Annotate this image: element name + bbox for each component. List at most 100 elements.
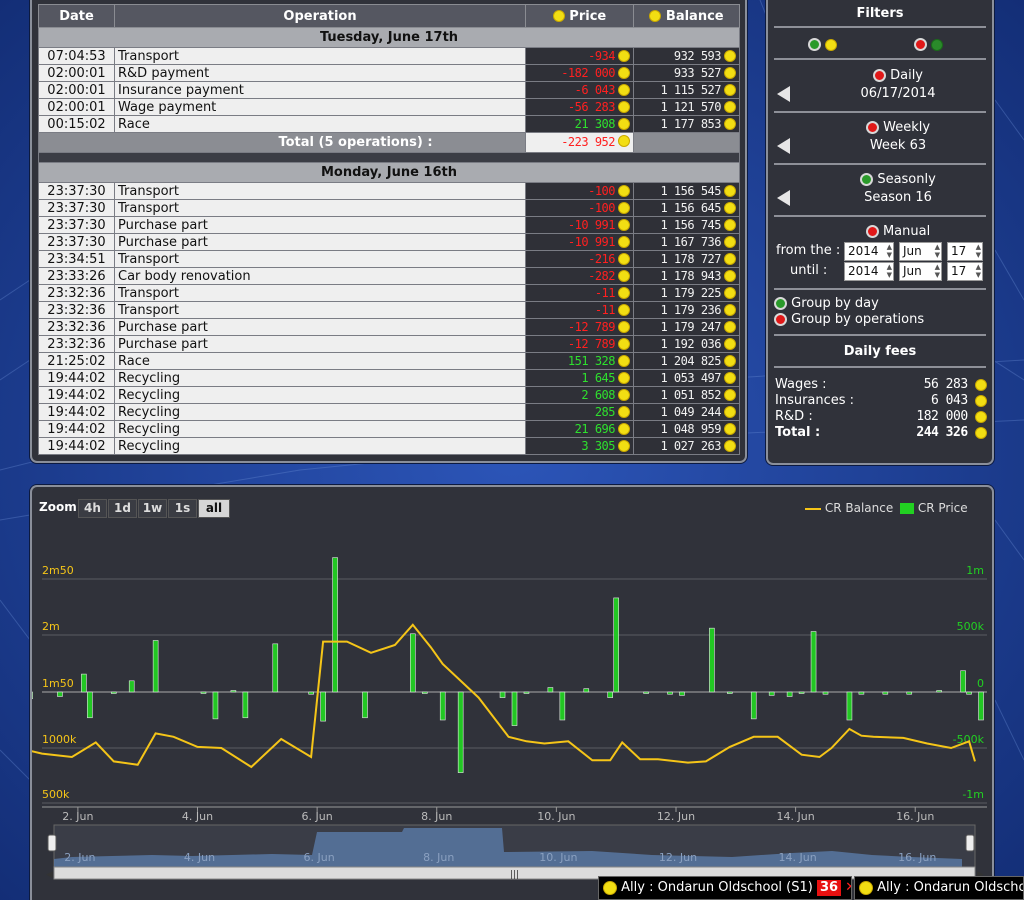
table-row[interactable]: 23:37:30 Transport -100 1 156 645 <box>38 199 740 217</box>
from-month-spinner[interactable]: Jun ▲ ▼ <box>899 242 942 261</box>
manual-label: Manual <box>882 224 931 239</box>
table-row[interactable]: 19:44:02 Recycling 285 1 049 244 <box>38 403 740 421</box>
row-time: 19:44:02 <box>38 386 115 404</box>
group-by-day-option[interactable]: Group by day <box>774 296 879 311</box>
until-day-spinner[interactable]: 17 ▲ ▼ <box>947 262 983 281</box>
row-balance: 1 167 736 <box>633 233 740 251</box>
day-header-row: Tuesday, June 17th <box>38 27 740 48</box>
until-year-spinner[interactable]: 2014 ▲ ▼ <box>844 262 894 281</box>
chat-tab-ondarun[interactable]: Ally : Ondarun Oldschool (S1) 36 ✕ <box>598 876 852 900</box>
manual-option[interactable]: Manual <box>808 224 988 239</box>
scrollbar-grip-icon: ||| <box>510 870 519 880</box>
coin-icon <box>618 423 630 435</box>
table-row[interactable]: 07:04:53 Transport -934 932 593 <box>38 47 740 65</box>
weekly-option[interactable]: Weekly <box>808 120 988 135</box>
price-bar <box>786 691 793 697</box>
daily-value: 06/17/2014 <box>860 86 936 101</box>
table-row[interactable]: 23:33:26 Car body renovation -282 1 178 943 <box>38 267 740 285</box>
filters-title: Filters <box>856 6 904 21</box>
total-price: -223 952 <box>525 132 634 153</box>
table-row[interactable]: 02:00:01 R&D payment -182 000 933 527 <box>38 64 740 82</box>
table-row[interactable]: 23:34:51 Transport -216 1 178 727 <box>38 250 740 268</box>
seasonly-prev-arrow-icon[interactable] <box>777 190 790 206</box>
filter-expense-toggle[interactable] <box>914 37 944 52</box>
group-by-operations-option[interactable]: Group by operations <box>774 312 924 327</box>
fee-label: Total : <box>775 425 821 440</box>
table-row[interactable]: 00:15:02 Race 21 308 1 177 853 <box>38 115 740 133</box>
seasonly-option[interactable]: Seasonly <box>808 172 988 187</box>
navigator-tick-label: 6. Jun <box>304 851 335 864</box>
balance-header-label: Balance <box>665 8 724 24</box>
coin-icon <box>825 38 838 51</box>
table-row[interactable]: 23:32:36 Transport -11 1 179 236 <box>38 301 740 319</box>
table-row[interactable]: 02:00:01 Wage payment -56 283 1 121 570 <box>38 98 740 116</box>
operation-column-header[interactable]: Operation <box>114 4 526 28</box>
operations-panel: Date Operation Price Balance Tuesday, Ju… <box>30 0 747 463</box>
until-day-value: 17 <box>951 264 967 278</box>
table-row[interactable]: 23:37:30 Transport -100 1 156 545 <box>38 182 740 200</box>
price-bar <box>272 643 279 693</box>
coin-icon <box>724 389 736 401</box>
table-row[interactable]: 19:44:02 Recycling 1 645 1 053 497 <box>38 369 740 387</box>
chat-tab-label: Ally : Ondarun Oldschool <box>877 880 1024 895</box>
table-row[interactable]: 21:25:02 Race 151 328 1 204 825 <box>38 352 740 370</box>
daily-option[interactable]: Daily <box>808 68 988 83</box>
price-bar <box>439 691 446 721</box>
row-balance-value: 1 167 736 <box>660 234 721 249</box>
table-row[interactable]: 19:44:02 Recycling 2 608 1 051 852 <box>38 386 740 404</box>
coin-icon <box>724 355 736 367</box>
x-tick-label: 2. Jun <box>62 810 93 823</box>
chat-bubble-icon <box>603 880 617 895</box>
from-year-spinner[interactable]: 2014 ▲ ▼ <box>844 242 894 261</box>
until-month-spinner[interactable]: Jun ▲ ▼ <box>899 262 942 281</box>
chat-tab-ondarun-2[interactable]: Ally : Ondarun Oldschool <box>854 876 1024 900</box>
filter-income-toggle[interactable] <box>808 37 838 52</box>
row-price: -934 <box>525 47 634 65</box>
row-balance: 1 115 527 <box>633 81 740 99</box>
price-bar <box>308 691 314 695</box>
row-price: -100 <box>525 182 634 200</box>
navigator-tick-label: 12. Jun <box>659 851 697 864</box>
table-row[interactable]: 23:32:36 Transport -11 1 179 225 <box>38 284 740 302</box>
price-bar <box>410 633 416 693</box>
table-row[interactable]: 19:44:02 Recycling 3 305 1 027 263 <box>38 437 740 455</box>
fee-value: 182 000 <box>916 409 987 424</box>
table-row[interactable]: 23:32:36 Purchase part -12 789 1 192 036 <box>38 335 740 353</box>
row-operation: Transport <box>114 199 526 217</box>
table-row[interactable]: 23:32:36 Purchase part -12 789 1 179 247 <box>38 318 740 336</box>
coin-icon <box>618 202 630 214</box>
price-bar <box>332 557 338 693</box>
row-operation: Transport <box>114 284 526 302</box>
until-month-value: Jun <box>903 264 922 278</box>
row-price: 1 645 <box>525 369 634 387</box>
row-balance: 1 027 263 <box>633 437 740 455</box>
row-price-value: -216 <box>588 251 615 266</box>
table-row[interactable]: 19:44:02 Recycling 21 696 1 048 959 <box>38 420 740 438</box>
scroll-left-icon: ◀ <box>46 870 53 880</box>
table-row[interactable]: 23:37:30 Purchase part -10 991 1 156 745 <box>38 216 740 234</box>
coin-icon <box>618 338 630 350</box>
row-balance-value: 933 527 <box>673 65 722 80</box>
weekly-prev-arrow-icon[interactable] <box>777 138 790 154</box>
from-day-spinner[interactable]: 17 ▲ ▼ <box>947 242 983 261</box>
table-row[interactable]: 02:00:01 Insurance payment -6 043 1 115 527 <box>38 81 740 99</box>
date-column-header[interactable]: Date <box>38 4 115 28</box>
coin-icon <box>975 410 987 423</box>
price-bar <box>499 691 506 698</box>
row-balance: 1 204 825 <box>633 352 740 370</box>
spinner-arrows-icon: ▲ ▼ <box>975 243 981 259</box>
spacer-row <box>38 152 740 163</box>
price-bar <box>523 691 530 694</box>
daily-prev-arrow-icon[interactable] <box>777 86 790 102</box>
close-icon[interactable]: ✕ <box>845 880 851 895</box>
row-time: 02:00:01 <box>38 64 115 82</box>
coin-icon <box>618 253 630 265</box>
row-balance: 1 156 545 <box>633 182 740 200</box>
price-column-header[interactable]: Price <box>525 4 634 28</box>
coin-icon <box>618 406 630 418</box>
row-balance-value: 1 177 853 <box>660 116 721 131</box>
coin-icon <box>724 253 736 265</box>
balance-column-header[interactable]: Balance <box>633 4 740 28</box>
row-balance-value: 1 027 263 <box>660 438 721 453</box>
table-row[interactable]: 23:37:30 Purchase part -10 991 1 167 736 <box>38 233 740 251</box>
